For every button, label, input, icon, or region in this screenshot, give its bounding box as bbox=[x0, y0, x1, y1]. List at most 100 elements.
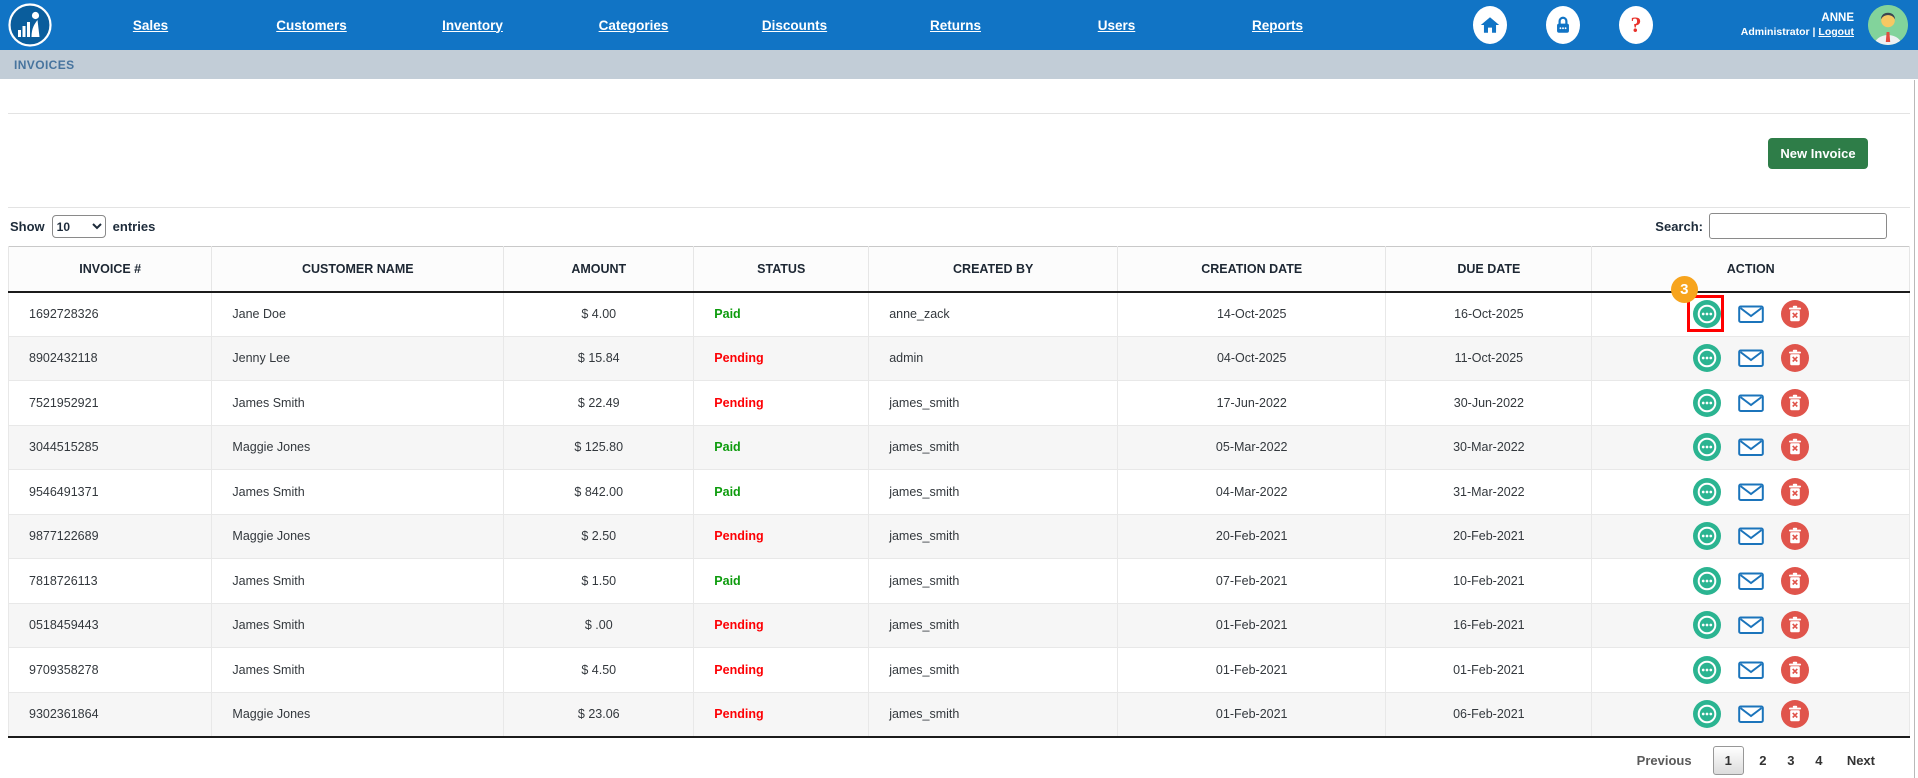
show-label: Show bbox=[10, 219, 45, 234]
delete-invoice-button[interactable] bbox=[1781, 433, 1809, 461]
cell-due-date: 06-Feb-2021 bbox=[1386, 692, 1592, 737]
cell-action bbox=[1592, 559, 1910, 604]
view-invoice-button[interactable] bbox=[1693, 656, 1721, 684]
help-icon: ? bbox=[1631, 12, 1642, 38]
nav-item-customers[interactable]: Customers bbox=[231, 18, 392, 33]
view-details-icon bbox=[1693, 656, 1721, 684]
cell-invoice-number: 0518459443 bbox=[9, 603, 212, 648]
view-invoice-button[interactable] bbox=[1693, 389, 1721, 417]
view-invoice-button[interactable] bbox=[1693, 344, 1721, 372]
delete-invoice-button[interactable] bbox=[1781, 700, 1809, 728]
cell-creation-date: 17-Jun-2022 bbox=[1118, 381, 1386, 426]
cell-creation-date: 04-Oct-2025 bbox=[1118, 336, 1386, 381]
view-invoice-button[interactable] bbox=[1693, 522, 1721, 550]
user-role-separator: | bbox=[1813, 26, 1816, 38]
cell-creation-date: 14-Oct-2025 bbox=[1118, 292, 1386, 337]
cell-action bbox=[1592, 425, 1910, 470]
delete-invoice-button[interactable] bbox=[1781, 478, 1809, 506]
divider-top bbox=[8, 113, 1910, 114]
home-button[interactable] bbox=[1473, 6, 1507, 44]
email-invoice-button[interactable] bbox=[1737, 389, 1765, 417]
email-icon bbox=[1737, 656, 1765, 684]
page-size-select[interactable]: 10 bbox=[52, 215, 106, 238]
email-invoice-button[interactable] bbox=[1737, 656, 1765, 684]
view-invoice-button[interactable] bbox=[1693, 611, 1721, 639]
delete-invoice-button[interactable] bbox=[1781, 611, 1809, 639]
header-amount[interactable]: AMOUNT bbox=[504, 247, 694, 292]
invoice-table-row: 8902432118 Jenny Lee $ 15.84 Pending adm… bbox=[9, 336, 1910, 381]
view-details-icon bbox=[1693, 389, 1721, 417]
cell-due-date: 10-Feb-2021 bbox=[1386, 559, 1592, 604]
email-invoice-button[interactable] bbox=[1737, 700, 1765, 728]
view-invoice-button[interactable] bbox=[1693, 567, 1721, 595]
pagination-next[interactable]: Next bbox=[1842, 747, 1880, 774]
cell-due-date: 16-Feb-2021 bbox=[1386, 603, 1592, 648]
nav-item-inventory[interactable]: Inventory bbox=[392, 18, 553, 33]
email-invoice-button[interactable] bbox=[1737, 567, 1765, 595]
nav-item-discounts[interactable]: Discounts bbox=[714, 18, 875, 33]
header-due-date[interactable]: DUE DATE bbox=[1386, 247, 1592, 292]
search-input[interactable] bbox=[1709, 213, 1887, 239]
cell-action: 3 bbox=[1592, 292, 1910, 337]
avatar-icon bbox=[1868, 5, 1908, 45]
view-invoice-button[interactable] bbox=[1693, 300, 1721, 328]
email-invoice-button[interactable] bbox=[1737, 522, 1765, 550]
pagination-page-2[interactable]: 2 bbox=[1754, 747, 1772, 774]
invoice-table-row: 9877122689 Maggie Jones $ 2.50 Pending j… bbox=[9, 514, 1910, 559]
view-invoice-button[interactable] bbox=[1693, 433, 1721, 461]
cell-amount: $ 842.00 bbox=[504, 470, 694, 515]
email-invoice-button[interactable] bbox=[1737, 611, 1765, 639]
nav-item-categories[interactable]: Categories bbox=[553, 18, 714, 33]
help-button[interactable]: ? bbox=[1619, 6, 1653, 44]
user-role: Administrator bbox=[1741, 26, 1810, 38]
delete-invoice-button[interactable] bbox=[1781, 389, 1809, 417]
delete-invoice-button[interactable] bbox=[1781, 522, 1809, 550]
user-avatar[interactable] bbox=[1868, 5, 1908, 45]
invoice-table-row: 9709358278 James Smith $ 4.50 Pending ja… bbox=[9, 648, 1910, 693]
new-invoice-button[interactable]: New Invoice bbox=[1768, 138, 1868, 169]
header-status[interactable]: STATUS bbox=[694, 247, 869, 292]
top-navbar: Sales Customers Inventory Categories Dis… bbox=[0, 0, 1918, 50]
view-details-icon bbox=[1693, 344, 1721, 372]
status-badge: Paid bbox=[714, 574, 740, 588]
header-creation-date[interactable]: CREATION DATE bbox=[1118, 247, 1386, 292]
view-invoice-button[interactable] bbox=[1693, 700, 1721, 728]
delete-icon bbox=[1781, 433, 1809, 461]
nav-item-sales[interactable]: Sales bbox=[70, 18, 231, 33]
nav-item-users[interactable]: Users bbox=[1036, 18, 1197, 33]
delete-invoice-button[interactable] bbox=[1781, 567, 1809, 595]
nav-item-returns[interactable]: Returns bbox=[875, 18, 1036, 33]
email-invoice-button[interactable] bbox=[1737, 344, 1765, 372]
app-logo[interactable] bbox=[8, 3, 52, 47]
view-invoice-button[interactable] bbox=[1693, 478, 1721, 506]
email-invoice-button[interactable] bbox=[1737, 433, 1765, 461]
pagination-previous[interactable]: Previous bbox=[1632, 747, 1697, 774]
invoice-table-row: 9546491371 James Smith $ 842.00 Paid jam… bbox=[9, 470, 1910, 515]
breadcrumb-label: INVOICES bbox=[14, 58, 75, 72]
invoice-table-row: 1692728326 Jane Doe $ 4.00 Paid anne_zac… bbox=[9, 292, 1910, 337]
scrollbar-track[interactable] bbox=[1914, 80, 1915, 778]
logout-link[interactable]: Logout bbox=[1818, 26, 1854, 38]
cell-amount: $ 15.84 bbox=[504, 336, 694, 381]
delete-invoice-button[interactable] bbox=[1781, 300, 1809, 328]
delete-invoice-button[interactable] bbox=[1781, 344, 1809, 372]
pagination-page-1[interactable]: 1 bbox=[1713, 746, 1744, 775]
header-invoice[interactable]: INVOICE # bbox=[9, 247, 212, 292]
pagination-page-3[interactable]: 3 bbox=[1782, 747, 1800, 774]
nav-item-reports[interactable]: Reports bbox=[1197, 18, 1358, 33]
header-customer-name[interactable]: CUSTOMER NAME bbox=[212, 247, 504, 292]
email-invoice-button[interactable] bbox=[1737, 300, 1765, 328]
delete-icon bbox=[1781, 522, 1809, 550]
cell-creation-date: 05-Mar-2022 bbox=[1118, 425, 1386, 470]
lock-button[interactable] bbox=[1546, 6, 1580, 44]
cell-due-date: 16-Oct-2025 bbox=[1386, 292, 1592, 337]
email-icon bbox=[1737, 433, 1765, 461]
entries-control: Show 10 entries bbox=[10, 215, 155, 238]
invoices-page: Sales Customers Inventory Categories Dis… bbox=[0, 0, 1918, 778]
header-created-by[interactable]: CREATED BY bbox=[869, 247, 1118, 292]
delete-invoice-button[interactable] bbox=[1781, 656, 1809, 684]
cell-due-date: 30-Mar-2022 bbox=[1386, 425, 1592, 470]
pagination-page-4[interactable]: 4 bbox=[1810, 747, 1828, 774]
header-action[interactable]: ACTION bbox=[1592, 247, 1910, 292]
email-invoice-button[interactable] bbox=[1737, 478, 1765, 506]
